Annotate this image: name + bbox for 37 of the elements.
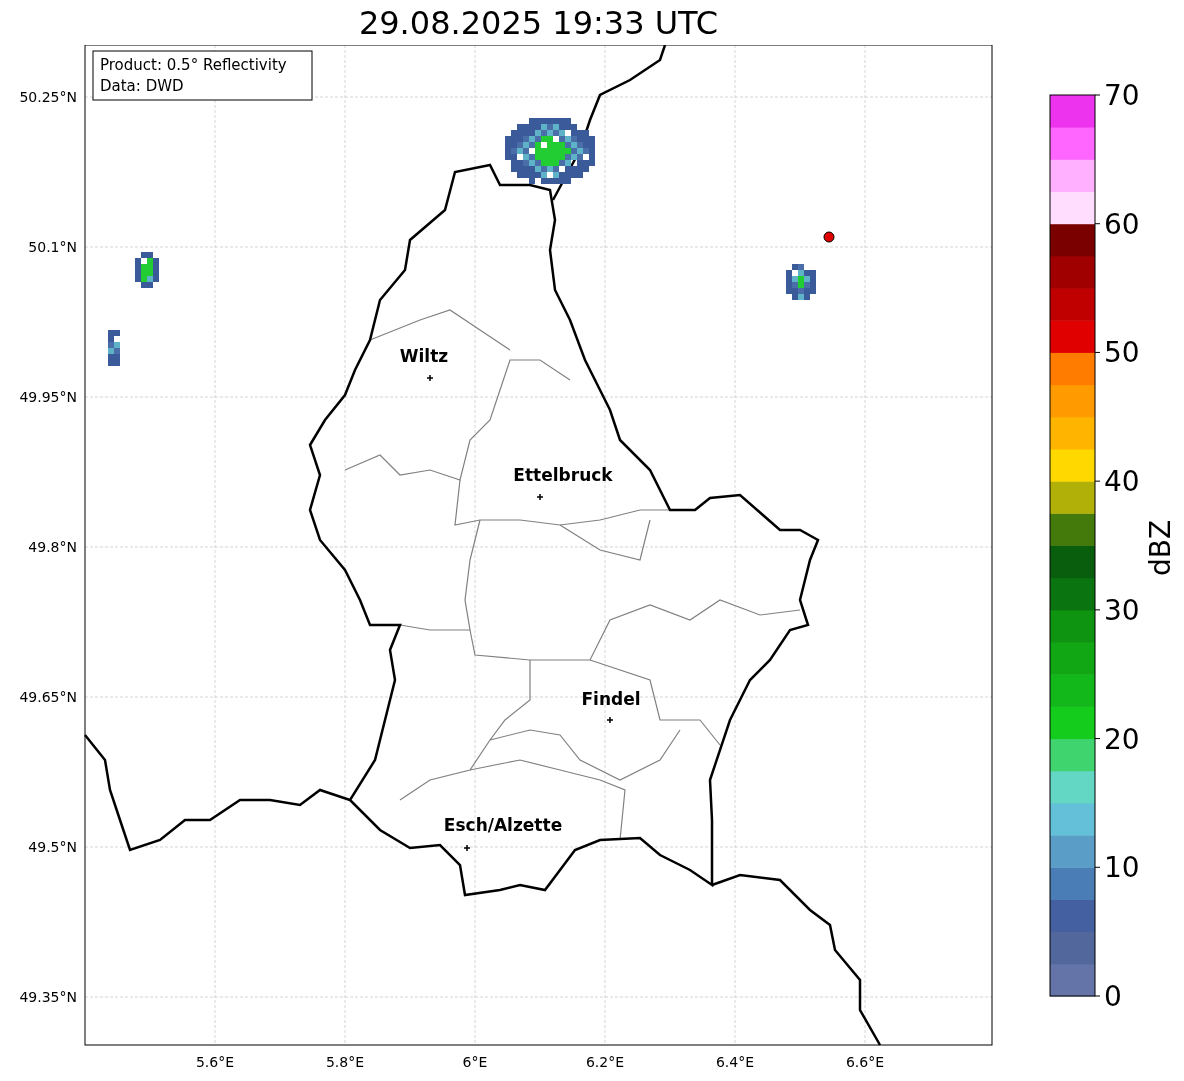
axis-tick-label: 6.6°E [845,1054,885,1070]
city-marker-icon [426,374,434,382]
scale-tick-label: 10 [1104,851,1140,885]
info-text: Product: 0.5° Reflectivity [100,56,287,74]
radar-echo [135,252,159,288]
axis-tick-label: 6.4°E [715,1054,755,1070]
radar-echo [108,330,120,366]
scale-tick-label: 30 [1104,593,1140,627]
axis-tick-label: 49.35°N [19,989,77,1005]
axis-tick-label: 49.8°N [28,539,77,555]
axis-tick-label: 5.6°E [195,1054,235,1070]
scale-title: dBZ [1144,519,1177,577]
city-label: Findel [581,689,641,709]
station-dot [823,231,835,243]
axis-tick-label: 6.2°E [585,1054,625,1070]
city-marker-icon [606,716,614,724]
city-label: Ettelbruck [513,465,613,485]
radar-echo [786,264,816,300]
city-marker-icon [536,493,544,501]
city-label: Wiltz [399,346,449,366]
axis-tick-label: 5.8°E [325,1054,365,1070]
scale-tick-label: 60 [1104,207,1140,241]
axis-tick-label: 6°E [462,1054,488,1070]
axis-tick-label: 49.95°N [19,389,77,405]
scale-tick-label: 0 [1104,980,1122,1013]
axis-tick-label: 50.25°N [19,89,77,105]
info-text: Data: DWD [100,77,184,95]
axis-tick-label: 49.5°N [28,839,77,855]
city-label: Esch/Alzette [443,815,563,835]
scale-tick-label: 20 [1104,722,1140,756]
scale-tick-label: 70 [1104,79,1140,112]
scale-tick-label: 50 [1104,336,1140,370]
axis-tick-label: 49.65°N [19,689,77,705]
chart-title: 29.08.2025 19:33 UTC [358,6,719,39]
scale-tick-label: 40 [1104,465,1140,499]
city-marker-icon [463,844,471,852]
axis-tick-label: 50.1°N [28,239,77,255]
